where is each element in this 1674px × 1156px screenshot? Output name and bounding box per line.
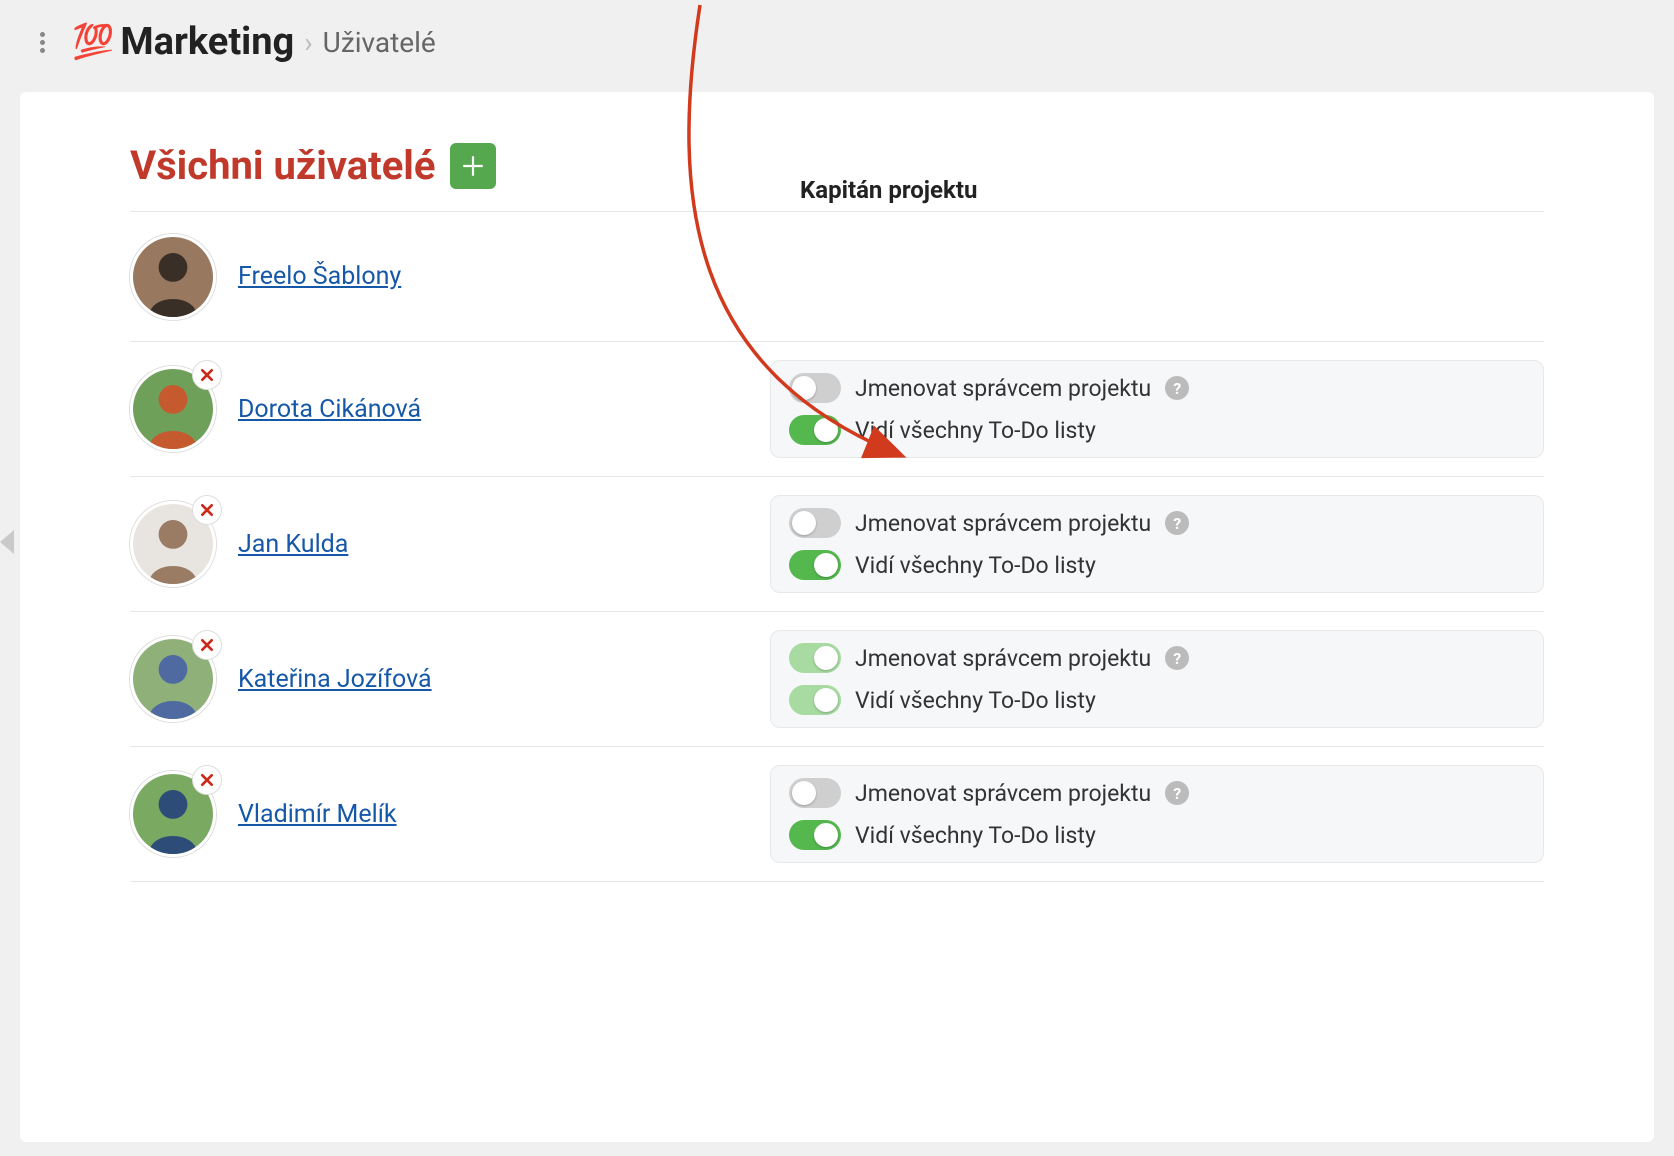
close-icon — [199, 502, 215, 518]
column-header-captain: Kapitán projektu — [800, 176, 977, 204]
permissions-panel: Jmenovat správcem projektu? Vidí všechny … — [770, 360, 1544, 458]
user-row: Dorota Cikánová Jmenovat správcem projekt… — [130, 342, 1544, 477]
remove-user-button[interactable] — [192, 360, 222, 390]
remove-user-button[interactable] — [192, 765, 222, 795]
perm-label-admin: Jmenovat správcem projektu — [855, 645, 1151, 672]
add-user-button[interactable] — [450, 143, 496, 189]
permissions-panel: Jmenovat správcem projektu? Vidí všechny … — [770, 630, 1544, 728]
avatar[interactable] — [130, 234, 216, 320]
perm-label-sees-all: Vidí všechny To-Do listy — [855, 822, 1096, 849]
user-name-link[interactable]: Jan Kulda — [238, 530, 348, 559]
help-icon[interactable]: ? — [1165, 511, 1189, 535]
remove-user-button[interactable] — [192, 495, 222, 525]
help-icon[interactable]: ? — [1165, 646, 1189, 670]
user-row: Kateřina Jozífová Jmenovat správcem proje… — [130, 612, 1544, 747]
close-icon — [199, 367, 215, 383]
breadcrumb-current: Uživatelé — [323, 26, 436, 59]
perm-label-admin: Jmenovat správcem projektu — [855, 780, 1151, 807]
toggle-project-admin[interactable] — [789, 373, 841, 403]
toggle-sees-all-todos[interactable] — [789, 685, 841, 715]
perm-label-sees-all: Vidí všechny To-Do listy — [855, 417, 1096, 444]
toggle-project-admin[interactable] — [789, 778, 841, 808]
permissions-panel: Jmenovat správcem projektu? Vidí všechny … — [770, 495, 1544, 593]
toggle-project-admin[interactable] — [789, 508, 841, 538]
help-icon[interactable]: ? — [1165, 376, 1189, 400]
close-icon — [199, 637, 215, 653]
remove-user-button[interactable] — [192, 630, 222, 660]
close-icon — [199, 772, 215, 788]
perm-label-admin: Jmenovat správcem projektu — [855, 510, 1151, 537]
main-card: Všichni uživatelé Kapitán projektu Freel… — [20, 92, 1654, 1142]
user-list: Freelo Šablony Dorota Cikánová Jmenovat sp… — [130, 211, 1544, 882]
perm-label-admin: Jmenovat správcem projektu — [855, 375, 1151, 402]
user-name-link[interactable]: Kateřina Jozífová — [238, 665, 432, 694]
project-emoji: 💯 — [72, 22, 114, 62]
toggle-project-admin[interactable] — [789, 643, 841, 673]
user-row: Vladimír Melík Jmenovat správcem projektu… — [130, 747, 1544, 882]
toggle-sees-all-todos[interactable] — [789, 415, 841, 445]
perm-label-sees-all: Vidí všechny To-Do listy — [855, 687, 1096, 714]
breadcrumb-header: 💯 Marketing › Uživatelé — [0, 0, 1674, 92]
user-row: Jan Kulda Jmenovat správcem projektu? Vidí… — [130, 477, 1544, 612]
kebab-menu-icon[interactable] — [30, 32, 54, 53]
toggle-sees-all-todos[interactable] — [789, 820, 841, 850]
page-title: Všichni uživatelé — [130, 142, 436, 189]
permissions-panel: Jmenovat správcem projektu? Vidí všechny … — [770, 765, 1544, 863]
user-name-link[interactable]: Vladimír Melík — [238, 800, 397, 829]
plus-icon — [460, 153, 486, 179]
breadcrumb-separator: › — [304, 26, 312, 59]
collapse-sidebar-caret-icon[interactable] — [0, 530, 14, 554]
project-title[interactable]: Marketing — [120, 20, 294, 64]
user-name-link[interactable]: Freelo Šablony — [238, 262, 401, 291]
help-icon[interactable]: ? — [1165, 781, 1189, 805]
user-name-link[interactable]: Dorota Cikánová — [238, 395, 421, 424]
perm-label-sees-all: Vidí všechny To-Do listy — [855, 552, 1096, 579]
toggle-sees-all-todos[interactable] — [789, 550, 841, 580]
user-row: Freelo Šablony — [130, 212, 1544, 342]
